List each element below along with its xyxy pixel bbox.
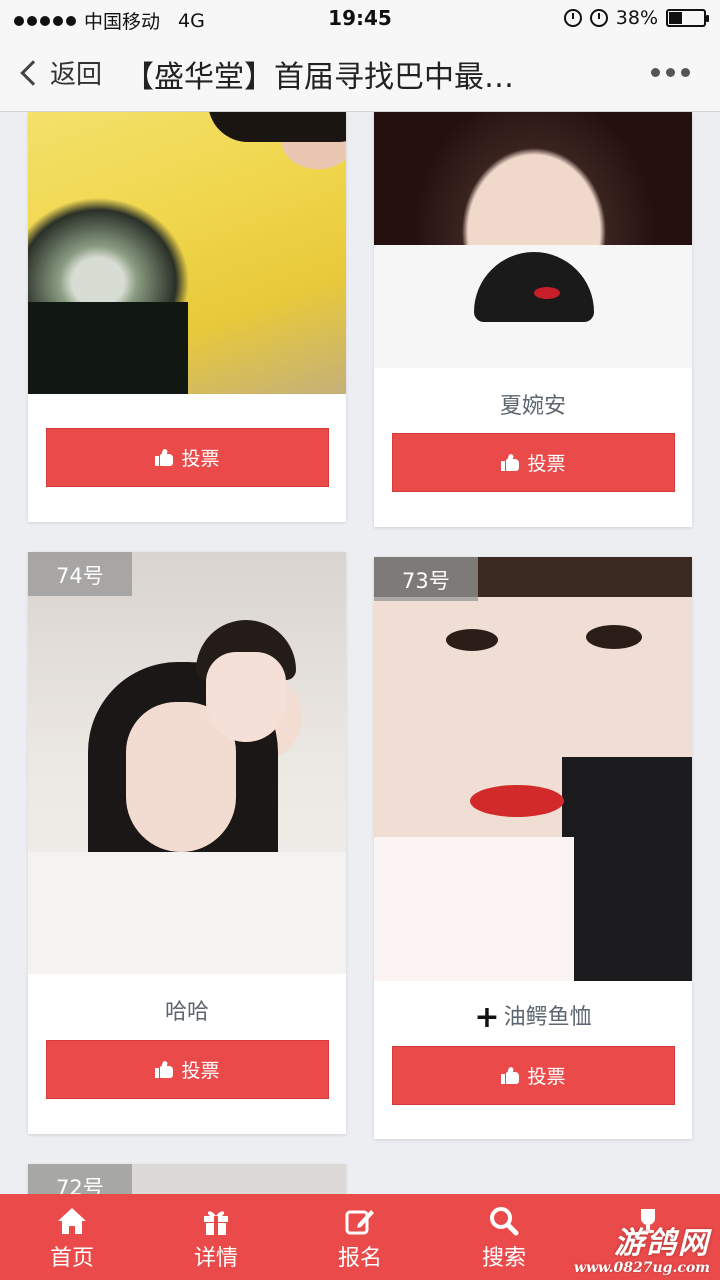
search-icon [490,1207,519,1236]
edit-icon [345,1210,374,1235]
tab-home[interactable]: 首页 [0,1194,144,1280]
contestant-number-badge: 74号 [28,552,132,596]
page-title: 【盛华堂】首届寻找巴中最… [124,60,514,95]
vote-button[interactable]: 投票 [46,1040,329,1099]
tab-details[interactable]: 详情 [144,1194,288,1280]
more-dot-icon [651,68,660,77]
contestant-photo[interactable] [28,112,346,394]
more-dot-icon [681,68,690,77]
gift-icon [204,1211,228,1235]
contestant-photo[interactable] [28,552,346,974]
site-watermark: 游鸽网 www.0827ug.com [570,1218,710,1276]
vote-label: 投票 [527,1066,566,1088]
contestant-card: 夏婉安 投票 [374,112,692,527]
contestant-card: 74号 哈哈 投票 [28,552,346,1134]
battery-icon [666,9,709,27]
thumbs-up-icon [501,453,520,471]
thumbs-up-icon [155,448,174,466]
thumbs-up-icon [501,1066,520,1084]
vote-button[interactable]: 投票 [392,1046,675,1105]
contestant-name: 夏婉安 [499,394,566,419]
back-button[interactable]: 返回 [18,54,102,91]
back-label: 返回 [50,60,103,90]
contestant-name: 哈哈 [164,1000,209,1025]
contestant-name-text: 油鳄鱼恤 [503,1005,592,1030]
vote-label: 投票 [527,453,566,475]
nav-bar: 返回 【盛华堂】首届寻找巴中最… [0,36,720,112]
vote-label: 投票 [181,448,220,470]
contestant-card: 73号 + 油鳄鱼恤 投票 [374,557,692,1139]
contestant-number-badge: 72号 [28,1164,132,1194]
thumbs-up-icon [155,1060,174,1078]
vote-button[interactable]: 投票 [392,433,675,492]
contestant-number-badge: 73号 [374,557,478,601]
contestant-card: 投票 [28,112,346,522]
contestant-photo[interactable] [374,557,692,981]
chevron-left-icon [20,59,46,86]
more-menu-button[interactable] [651,68,690,77]
contestant-card: 72号 [28,1164,346,1194]
rotation-lock-icon [563,9,582,27]
status-bar: 中国移动 4G 19:45 38% [0,0,720,36]
vote-label: 投票 [181,1060,220,1082]
contestant-name: + 油鳄鱼恤 [374,999,692,1035]
home-icon [58,1208,86,1234]
contestant-grid[interactable]: 投票 夏婉安 投票 74号 哈哈 投票 73号 + 油鳄鱼恤 投票 72号 [0,112,720,1194]
alarm-icon [589,9,608,27]
tab-signup[interactable]: 报名 [288,1194,432,1280]
more-dot-icon [666,68,675,77]
tab-label: 首页 [49,1246,94,1271]
battery-percent: 38% [615,7,658,29]
tab-search[interactable]: 搜索 [432,1194,576,1280]
tab-label: 详情 [193,1246,238,1271]
vote-button[interactable]: 投票 [46,428,329,487]
tab-label: 搜索 [481,1246,526,1271]
contestant-photo[interactable] [374,112,692,368]
status-right: 38% [563,7,709,29]
name-prefix: + [474,1000,500,1035]
watermark-logo: 游鸽网 [614,1226,710,1261]
watermark-url: www.0827ug.com [573,1260,710,1276]
tab-label: 报名 [337,1246,382,1271]
